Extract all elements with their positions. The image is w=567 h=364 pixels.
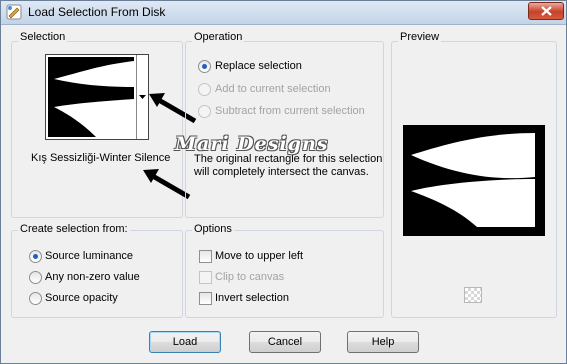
dialog-window: Load Selection From Disk Selection Kış S…: [0, 0, 567, 364]
window-title: Load Selection From Disk: [28, 5, 166, 19]
chevron-down-icon: [139, 95, 146, 99]
selection-thumbnail-image: [48, 57, 134, 137]
clip-to-canvas-label: Clip to canvas: [215, 271, 285, 283]
subtract-selection-label: Subtract from current selection: [215, 105, 365, 117]
invert-selection-checkbox[interactable]: [199, 292, 212, 305]
close-button[interactable]: [528, 2, 564, 20]
watermark-text: Mari Designs: [175, 133, 329, 155]
preview-toggle-icon[interactable]: [464, 287, 482, 303]
subtract-selection-radio[interactable]: [198, 105, 211, 118]
operation-description: The original rectangle for this selectio…: [194, 153, 382, 179]
move-upper-left-checkbox[interactable]: [199, 250, 212, 263]
help-button[interactable]: Help: [347, 331, 419, 353]
source-opacity-radio[interactable]: [29, 292, 42, 305]
options-group-label: Options: [192, 223, 234, 235]
source-luminance-radio[interactable]: [29, 250, 42, 263]
replace-selection-radio[interactable]: [198, 60, 211, 73]
operation-description-line2: will completely intersect the canvas.: [194, 166, 369, 178]
title-bar: Load Selection From Disk: [1, 1, 566, 25]
source-opacity-label: Source opacity: [45, 292, 118, 304]
app-icon: [6, 4, 22, 20]
selection-name: Kış Sessizliği-Winter Silence: [31, 152, 171, 164]
move-upper-left-label: Move to upper left: [215, 250, 304, 262]
add-to-selection-radio[interactable]: [198, 83, 211, 96]
load-button[interactable]: Load: [149, 331, 221, 353]
create-from-group-label: Create selection from:: [18, 223, 130, 235]
close-icon: [541, 6, 552, 16]
add-to-selection-label: Add to current selection: [215, 83, 331, 95]
replace-selection-label: Replace selection: [215, 60, 302, 72]
selection-group-label: Selection: [18, 31, 68, 43]
selection-thumbnail[interactable]: [45, 54, 149, 140]
preview-group-label: Preview: [398, 31, 442, 43]
source-luminance-label: Source luminance: [45, 250, 134, 262]
any-nonzero-label: Any non-zero value: [45, 271, 140, 283]
preview-image: [403, 125, 545, 236]
clip-to-canvas-checkbox[interactable]: [199, 271, 212, 284]
invert-selection-label: Invert selection: [215, 292, 289, 304]
operation-group-label: Operation: [192, 31, 245, 43]
cancel-button[interactable]: Cancel: [249, 331, 321, 353]
any-nonzero-radio[interactable]: [29, 271, 42, 284]
